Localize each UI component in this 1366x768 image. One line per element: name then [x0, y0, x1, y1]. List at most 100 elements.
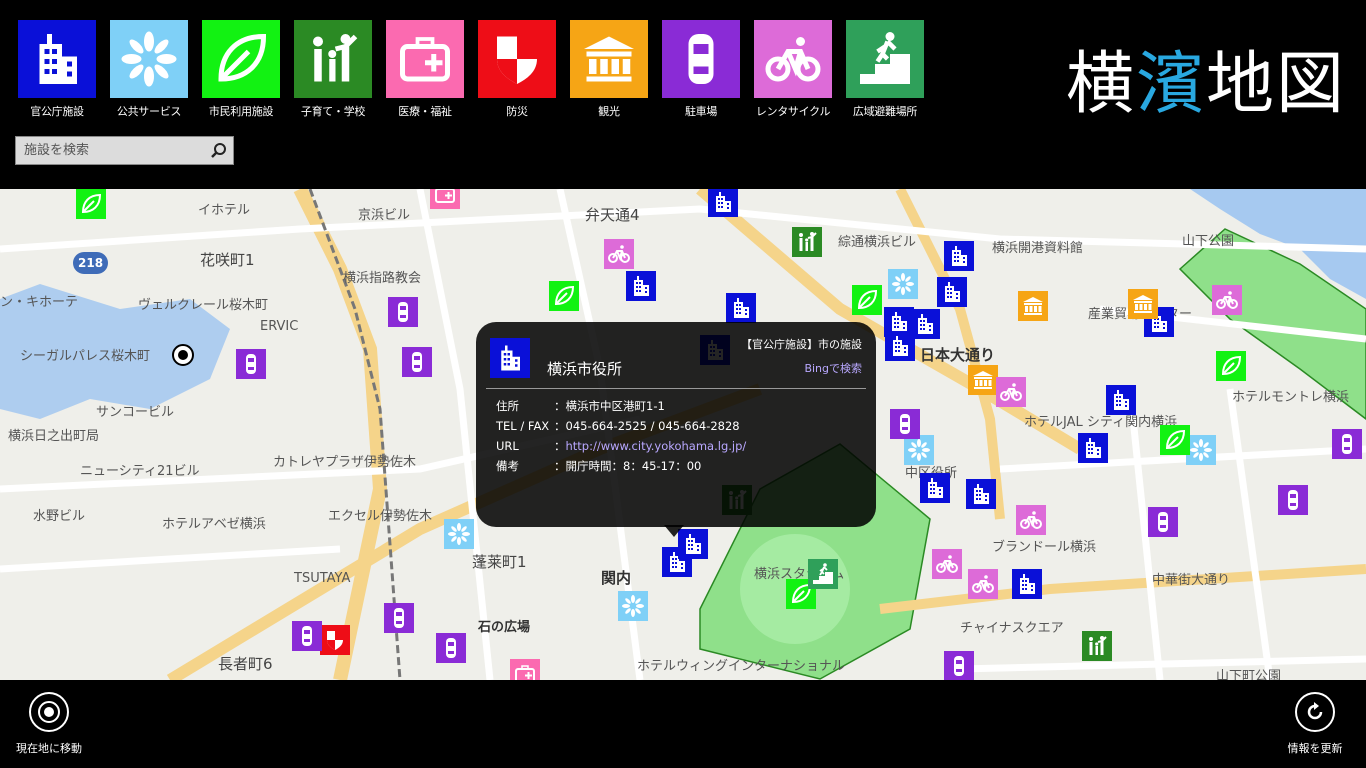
category-bicycle[interactable]: レンタサイクル	[754, 20, 832, 119]
search-input[interactable]	[16, 137, 212, 164]
category-first-aid[interactable]: 医療・福祉	[386, 20, 464, 119]
map-label-shounan: ホテルJAL シティ関内横浜	[1024, 415, 1178, 430]
map-label-chukagai: 中華街大通り	[1152, 573, 1231, 588]
map-pin-leaf-icon[interactable]	[852, 285, 882, 315]
current-location-marker	[172, 344, 194, 366]
map-pin-bicycle-icon[interactable]	[604, 239, 634, 269]
map-label-hinode: 横浜日之出町局	[8, 429, 100, 444]
map-pin-car-icon[interactable]	[384, 603, 414, 633]
first-aid-icon	[386, 20, 464, 98]
map-pin-leaf-icon[interactable]	[76, 189, 106, 219]
facility-popup: 横浜市役所 【官公庁施設】市の施設 Bingで検索 住所 ：横浜市中区港町1-1 …	[476, 322, 876, 537]
map-pin-flower-icon[interactable]	[904, 435, 934, 465]
map-pin-bicycle-icon[interactable]	[1016, 505, 1046, 535]
map-pin-building-icon[interactable]	[920, 473, 950, 503]
map-label-yamashita: 山下公園	[1182, 234, 1235, 249]
map-label-wing: ホテルウィングインターナショナル	[637, 659, 846, 674]
map-pin-shield-icon[interactable]	[320, 625, 350, 655]
map-pin-building-icon[interactable]	[885, 331, 915, 361]
map-pin-evacuation-icon[interactable]	[808, 559, 838, 589]
map-pin-leaf-icon[interactable]	[549, 281, 579, 311]
map-pin-flower-icon[interactable]	[1186, 435, 1216, 465]
map-pin-car-icon[interactable]	[292, 621, 322, 651]
map-pin-leaf-icon[interactable]	[1160, 425, 1190, 455]
map-pin-car-icon[interactable]	[1148, 507, 1178, 537]
map-pin-car-icon[interactable]	[1278, 485, 1308, 515]
map-label-shidou: 横浜指路教会	[343, 271, 422, 286]
map-pin-car-icon[interactable]	[890, 409, 920, 439]
map-label-benten: 弁天通4	[585, 206, 640, 224]
category-label: 観光	[598, 105, 620, 118]
category-label: 公共サービス	[116, 105, 182, 118]
category-museum[interactable]: 観光	[570, 20, 648, 119]
info-row-tel: TEL / FAX ：045-664-2525 / 045-664-2828	[496, 419, 740, 433]
map-pin-car-icon[interactable]	[944, 651, 974, 680]
category-label: 市民利用施設	[208, 105, 274, 118]
map-pin-building-icon[interactable]	[626, 271, 656, 301]
map-label-ervic: ERVIC	[260, 319, 299, 334]
info-row-address: 住所 ：横浜市中区港町1-1	[496, 399, 665, 413]
search-box[interactable]	[15, 136, 234, 165]
category-building[interactable]: 官公庁施設	[18, 20, 96, 119]
map-pin-family-icon[interactable]	[1082, 631, 1112, 661]
map-pin-museum-icon[interactable]	[968, 365, 998, 395]
category-family[interactable]: 子育て・学校	[294, 20, 372, 119]
map-label-kaiko: 横浜開港資料館	[992, 241, 1084, 256]
map-pin-bicycle-icon[interactable]	[968, 569, 998, 599]
map-label-horaicho: 蓬莱町1	[472, 553, 527, 571]
category-label: 広域避難場所	[852, 105, 918, 118]
category-flower[interactable]: 公共サービス	[110, 20, 188, 119]
map-label-chinatown: チャイナスクエア	[960, 621, 1064, 636]
category-evacuation[interactable]: 広域避難場所	[846, 20, 924, 119]
map-pin-bicycle-icon[interactable]	[996, 377, 1026, 407]
search-icon[interactable]	[209, 141, 229, 161]
map-pin-building-icon[interactable]	[726, 293, 756, 323]
map-pin-bicycle-icon[interactable]	[932, 549, 962, 579]
map-pin-building-icon[interactable]	[937, 277, 967, 307]
map-pin-building-icon[interactable]	[1078, 433, 1108, 463]
map-pin-building-icon[interactable]	[966, 479, 996, 509]
map-pin-building-icon[interactable]	[944, 241, 974, 271]
leaf-icon	[202, 20, 280, 98]
category-leaf[interactable]: 市民利用施設	[202, 20, 280, 119]
map-label-excel: エクセル伊勢佐木	[328, 509, 433, 524]
map-pin-building-icon[interactable]	[1012, 569, 1042, 599]
map-pin-flower-icon[interactable]	[888, 269, 918, 299]
map-label-kannai: 関内	[601, 569, 632, 587]
category-car[interactable]: 駐車場	[662, 20, 740, 119]
building-icon	[18, 20, 96, 98]
map-pin-flower-icon[interactable]	[444, 519, 474, 549]
map-label-kaeko: カトレヤプラザ伊勢佐木	[273, 455, 417, 470]
map-pin-museum-icon[interactable]	[1128, 289, 1158, 319]
map-pin-building-icon[interactable]	[1106, 385, 1136, 415]
locate-button[interactable]: 現在地に移動	[4, 692, 94, 756]
bing-search-link[interactable]: Bingで検索	[804, 360, 862, 376]
map-pin-flower-icon[interactable]	[618, 591, 648, 621]
map-pin-car-icon[interactable]	[1332, 429, 1362, 459]
museum-icon	[570, 20, 648, 98]
map-pin-car-icon[interactable]	[388, 297, 418, 327]
map-pin-bicycle-icon[interactable]	[1212, 285, 1242, 315]
popup-tail	[664, 525, 684, 537]
category-label: レンタサイクル	[755, 105, 831, 118]
refresh-button[interactable]: 情報を更新	[1270, 692, 1360, 756]
map-label-brandor: ブランドール横浜	[992, 540, 1097, 555]
map-pin-car-icon[interactable]	[402, 347, 432, 377]
map-label-hanasaki: 花咲町1	[200, 251, 255, 269]
map-pin-car-icon[interactable]	[236, 349, 266, 379]
category-shield[interactable]: 防災	[478, 20, 556, 119]
car-icon	[662, 20, 740, 98]
family-icon	[294, 20, 372, 98]
map-pin-family-icon[interactable]	[792, 227, 822, 257]
map-pin-building-icon[interactable]	[708, 189, 738, 217]
map-label-r218: 218	[73, 252, 109, 274]
map-label-chojamachi: 長者町6	[218, 655, 273, 673]
map-label-newcity: ニューシティ21ビル	[80, 464, 200, 479]
map-pin-leaf-icon[interactable]	[1216, 351, 1246, 381]
map-pin-car-icon[interactable]	[436, 633, 466, 663]
map-pin-museum-icon[interactable]	[1018, 291, 1048, 321]
flower-icon	[110, 20, 188, 98]
map-pin-first-aid-icon[interactable]	[510, 659, 540, 680]
map-pin-first-aid-icon[interactable]	[430, 189, 460, 209]
url-link[interactable]: http://www.city.yokohama.lg.jp/	[566, 439, 747, 453]
